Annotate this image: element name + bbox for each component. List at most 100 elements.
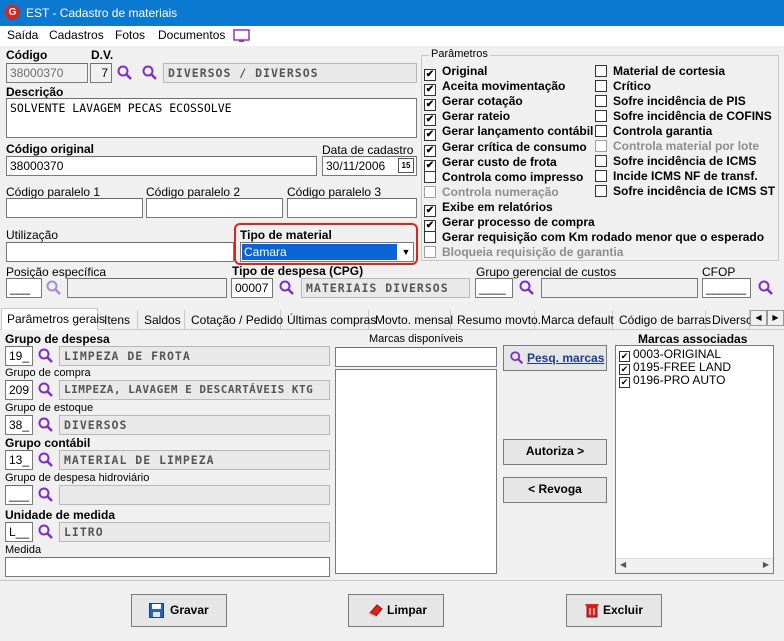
marcas-disponiveis-list[interactable] [335, 369, 497, 574]
tab-7[interactable]: Marca default [536, 310, 614, 330]
param-checkbox[interactable]: Sofre incidência de ICMS [595, 154, 756, 169]
codigo-input[interactable]: 38000370 [6, 63, 88, 83]
tab-scroll-left-icon[interactable]: ◀ [750, 310, 767, 326]
tab-6[interactable]: Resumo movto. [452, 310, 541, 330]
search-icon[interactable] [141, 64, 159, 82]
menu-fotos[interactable]: Fotos [115, 28, 145, 42]
param-checkbox[interactable]: ✔ Gerar processo de compra [424, 215, 595, 232]
checkbox-empty-icon[interactable] [595, 125, 607, 137]
param-checkbox[interactable]: ✔ Gerar cotação [424, 94, 523, 112]
param-checkbox[interactable]: Crítico [595, 79, 651, 94]
menu-cadastros[interactable]: Cadastros [49, 28, 104, 42]
autoriza-button[interactable]: Autoriza > [503, 439, 607, 465]
checkbox-empty-icon[interactable] [595, 140, 607, 152]
tab-2[interactable]: Saldos [139, 310, 185, 330]
param-checkbox[interactable]: Sofre incidência de COFINS [595, 109, 772, 124]
search-icon[interactable] [37, 523, 55, 541]
checkbox-empty-icon[interactable] [595, 80, 607, 92]
chevron-down-icon[interactable]: ▼ [398, 243, 414, 261]
param-checkbox[interactable]: ✔ Original [424, 64, 487, 81]
search-icon[interactable] [37, 381, 55, 399]
param-checkbox[interactable]: ✔ Gerar lançamento contábil [424, 124, 593, 142]
param-checkbox[interactable]: Controla numeração [424, 185, 559, 200]
calendar-icon[interactable]: 15 [398, 158, 414, 173]
medida-input[interactable] [5, 557, 330, 577]
gravar-button[interactable]: Gravar [131, 594, 227, 627]
codigo-paralelo-2-input[interactable] [146, 198, 283, 218]
param-checkbox[interactable]: ✔ Gerar crítica de consumo [424, 140, 587, 157]
tab-scroll-right-icon[interactable]: ▶ [767, 310, 784, 326]
param-checkbox[interactable]: Material de cortesia [595, 64, 725, 79]
grupo-compra-input[interactable]: 209 [5, 380, 33, 400]
codigo-paralelo-1-input[interactable] [6, 198, 143, 218]
revoga-button[interactable]: < Revoga [503, 477, 607, 503]
checkbox-empty-icon[interactable] [595, 110, 607, 122]
grupo-hidroviario-input[interactable]: ___ [5, 485, 33, 505]
search-icon[interactable] [45, 279, 63, 297]
limpar-button[interactable]: Limpar [348, 594, 444, 627]
param-checkbox[interactable]: Sofre incidência de PIS [595, 94, 746, 109]
checkbox-empty-icon[interactable] [424, 170, 436, 183]
grupo-contabil-input[interactable]: 13_ [5, 450, 33, 470]
monitor-icon[interactable] [233, 29, 250, 43]
unidade-medida-input[interactable]: L__ [5, 522, 33, 542]
tab-5[interactable]: Movto. mensal [370, 310, 453, 330]
checkbox-empty-icon[interactable] [595, 185, 607, 197]
menu-documentos[interactable]: Documentos [158, 28, 225, 42]
grupo-despesa-input[interactable]: 19_ [5, 346, 33, 366]
checkbox-empty-icon[interactable] [595, 155, 607, 167]
checkbox-empty-icon[interactable] [595, 65, 607, 77]
marcas-associadas-list[interactable]: ✔ 0003-ORIGINAL ✔ 0195-FREE LAND ✔ 0196-PRO A… [615, 345, 774, 574]
tab-9[interactable]: Diversos [707, 310, 759, 330]
cfop-input[interactable]: ______ [702, 278, 751, 298]
scroll-right-icon[interactable]: ▶ [763, 560, 769, 569]
checkbox-empty-icon[interactable] [424, 231, 436, 244]
search-icon[interactable] [518, 279, 536, 297]
tab-0[interactable]: Parâmetros gerais [1, 308, 105, 330]
param-checkbox[interactable]: Incide ICMS NF de transf. [595, 169, 758, 184]
tipo-material-select[interactable]: Camara ▼ [240, 242, 414, 262]
codigo-paralelo-3-input[interactable] [287, 198, 417, 218]
param-checkbox[interactable]: Controla material por lote [595, 139, 759, 154]
param-checkbox[interactable]: ✔ Gerar custo de frota [424, 155, 557, 172]
checkbox-empty-icon[interactable] [595, 170, 607, 182]
checkbox-checked-icon[interactable]: ✔ [619, 377, 630, 388]
tab-1[interactable]: Itens [99, 310, 138, 330]
param-checkbox[interactable]: ✔ Aceita movimentação [424, 79, 565, 97]
param-checkbox[interactable]: Gerar requisição com Km rodado menor que… [424, 230, 764, 245]
descricao-input[interactable]: SOLVENTE LAVAGEM PECAS ECOSSOLVE [6, 98, 417, 138]
codigo-original-input[interactable]: 38000370 [6, 156, 317, 176]
param-checkbox[interactable]: ✔ Exibe em relatórios [424, 200, 553, 217]
search-icon[interactable] [37, 347, 55, 365]
tab-4[interactable]: Últimas compras [282, 310, 376, 330]
posicao-input[interactable]: ___ [6, 278, 42, 298]
pesquisar-marcas-button[interactable]: Pesq. marcas [503, 345, 607, 371]
checkbox-empty-icon[interactable] [424, 185, 436, 198]
checkbox-empty-icon[interactable] [595, 95, 607, 107]
horizontal-scrollbar[interactable]: ◀ ▶ [616, 558, 773, 573]
param-checkbox[interactable]: Sofre incidência de ICMS ST [595, 184, 775, 199]
search-icon[interactable] [757, 279, 775, 297]
grupo-gerencial-input[interactable]: ____ [475, 278, 513, 298]
param-checkbox[interactable]: Controla garantia [595, 124, 712, 139]
checkbox-empty-icon[interactable] [424, 246, 436, 259]
search-icon[interactable] [278, 279, 296, 297]
utilizacao-input[interactable] [6, 242, 234, 262]
excluir-button[interactable]: Excluir [566, 594, 662, 627]
tab-3[interactable]: Cotação / Pedido [186, 310, 283, 330]
search-icon[interactable] [37, 451, 55, 469]
marca-associada-item[interactable]: ✔ 0196-PRO AUTO [619, 374, 731, 388]
param-checkbox[interactable]: Bloqueia requisição de garantia [424, 245, 623, 260]
marcas-search-input[interactable] [335, 347, 497, 367]
search-icon[interactable] [37, 416, 55, 434]
tab-8[interactable]: Código de barras [614, 310, 711, 330]
param-checkbox[interactable]: ✔ Gerar rateio [424, 109, 510, 127]
param-checkbox[interactable]: Controla como impresso [424, 170, 583, 185]
menu-saida[interactable]: Saída [7, 28, 38, 42]
search-icon[interactable] [37, 486, 55, 504]
dv-input[interactable]: 7 [90, 63, 112, 83]
tipo-despesa-input[interactable]: 00007 [231, 278, 273, 298]
scroll-left-icon[interactable]: ◀ [620, 560, 626, 569]
search-icon[interactable] [116, 64, 134, 82]
grupo-estoque-input[interactable]: 38_ [5, 415, 33, 435]
